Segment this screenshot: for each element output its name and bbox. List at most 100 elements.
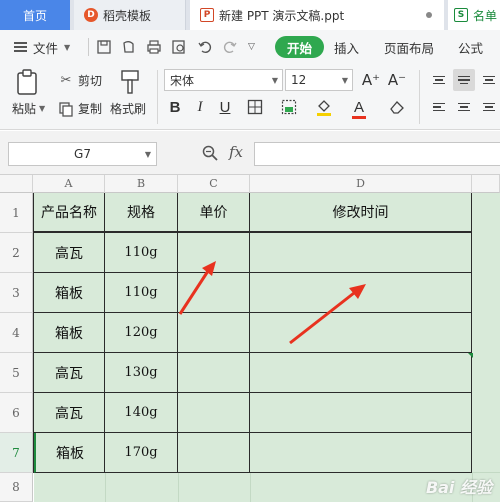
chevron-down-icon: ▼ — [341, 75, 348, 85]
formula-bar: G7 ▼ fx — [0, 131, 500, 175]
copy-label: 复制 — [78, 102, 103, 116]
red-arrow-icon — [178, 261, 216, 315]
cut-label: 剪切 — [78, 74, 103, 88]
format-painter-label: 格式刷 — [110, 102, 147, 116]
redo-button[interactable] — [222, 30, 238, 64]
cut-button[interactable]: ✂ 剪切 — [58, 72, 102, 89]
fill-color-button[interactable] — [313, 96, 335, 118]
shrink-font-icon: A⁻ — [387, 71, 407, 89]
fill-pattern-button[interactable] — [278, 96, 300, 118]
tab-home-label: 首页 — [22, 8, 47, 23]
quick-access-more-icon[interactable]: ▽ — [248, 30, 255, 64]
paste-button[interactable] — [14, 68, 42, 96]
unsaved-dot-icon — [426, 12, 432, 18]
ribbon-toolbar: 粘贴 ▼ ✂ 剪切 复制 格式刷 宋体 ▼ 12 ▼ A⁺ A⁻ B I U A — [0, 64, 500, 130]
tab-docer-templates-label: 稻壳模板 — [103, 8, 152, 23]
tab-page-layout-label: 页面布局 — [384, 40, 435, 56]
underline-icon: U — [219, 98, 231, 116]
align-right-button[interactable] — [478, 96, 500, 118]
annotation-arrows — [178, 261, 366, 345]
divider — [419, 70, 420, 124]
divider — [88, 38, 89, 56]
tab-formula[interactable]: 公式 — [458, 30, 483, 64]
print-preview-icon — [172, 40, 185, 54]
align-bottom-button[interactable] — [478, 69, 500, 91]
copy-icon — [59, 101, 73, 117]
italic-icon: I — [197, 98, 203, 115]
borders-icon — [247, 99, 263, 115]
chevron-down-icon: ▼ — [271, 75, 278, 85]
tab-insert-label: 插入 — [334, 40, 360, 56]
name-box-value: G7 — [74, 147, 91, 161]
borders-button[interactable] — [244, 96, 266, 118]
tab-ppt-document[interactable]: P 新建 PPT 演示文稿.ppt — [190, 0, 444, 30]
formula-input[interactable] — [254, 142, 500, 166]
tab-spreadsheet-label: 名单 — [473, 8, 498, 23]
export-icon — [123, 41, 134, 53]
clipboard-icon — [17, 69, 37, 95]
file-menu[interactable]: 文件 ▼ — [14, 30, 70, 64]
undo-button[interactable] — [197, 30, 213, 64]
cell-style-icon — [281, 99, 297, 115]
align-left-button[interactable] — [428, 96, 450, 118]
ppt-file-icon: P — [200, 8, 214, 22]
spreadsheet-file-icon: S — [454, 8, 468, 22]
tab-insert[interactable]: 插入 — [334, 30, 359, 64]
tab-home[interactable]: 首页 — [0, 0, 70, 30]
shrink-font-button[interactable]: A⁻ — [386, 69, 408, 91]
scissors-icon: ✂ — [60, 73, 72, 88]
tab-ppt-document-label: 新建 PPT 演示文稿.ppt — [219, 8, 345, 23]
copy-button[interactable]: 复制 — [58, 100, 102, 117]
redo-icon — [223, 41, 237, 54]
paste-label-button[interactable]: 粘贴 ▼ — [12, 100, 45, 117]
divider — [157, 70, 158, 124]
tab-spreadsheet[interactable]: S 名单 — [448, 0, 500, 30]
font-size-select[interactable]: 12 ▼ — [285, 69, 353, 91]
document-tab-bar: 首页 D 稻壳模板 P 新建 PPT 演示文稿.ppt S 名单 — [0, 0, 500, 30]
chevron-down-icon: ▼ — [144, 149, 151, 159]
watermark-text: Bai 经验 — [425, 478, 492, 497]
chevron-down-icon: ▼ — [39, 104, 46, 113]
undo-icon — [198, 41, 212, 54]
print-icon — [147, 40, 161, 54]
print-preview-button[interactable] — [171, 30, 187, 64]
save-button[interactable] — [96, 30, 112, 64]
name-box[interactable]: G7 ▼ — [8, 142, 157, 166]
save-icon — [97, 40, 111, 54]
font-family-select[interactable]: 宋体 ▼ — [164, 69, 283, 91]
font-color-button[interactable]: A — [348, 96, 370, 119]
italic-button[interactable]: I — [189, 96, 211, 118]
format-painter-button[interactable]: 格式刷 — [110, 100, 146, 117]
export-pdf-button[interactable] — [121, 30, 137, 64]
font-family-value: 宋体 — [170, 73, 195, 88]
clear-format-button[interactable] — [386, 96, 408, 118]
align-center-button[interactable] — [453, 96, 475, 118]
hamburger-icon — [14, 42, 27, 52]
zoom-icon[interactable] — [202, 145, 218, 161]
spreadsheet-grid: A B C D 1 2 3 4 5 6 7 8 产品名称 规格 单价 修改时间 … — [0, 175, 500, 502]
chevron-down-icon: ▼ — [64, 42, 71, 52]
insert-function-button[interactable]: fx — [229, 143, 243, 161]
format-painter-icon-button[interactable] — [118, 68, 142, 96]
print-button[interactable] — [146, 30, 162, 64]
tab-page-layout[interactable]: 页面布局 — [384, 30, 434, 64]
font-color-glyph: A — [353, 98, 364, 116]
paste-label: 粘贴 — [12, 102, 37, 116]
tab-start[interactable]: 开始 — [275, 30, 325, 64]
align-top-button[interactable] — [428, 69, 450, 91]
docer-logo-icon: D — [84, 8, 98, 22]
grow-font-button[interactable]: A⁺ — [360, 69, 382, 91]
font-color-icon: A — [351, 98, 366, 119]
bold-icon: B — [169, 98, 181, 116]
paintbrush-icon — [121, 70, 139, 94]
tab-docer-templates[interactable]: D 稻壳模板 — [74, 0, 186, 30]
menu-bar: 文件 ▼ ▽ 开始 插入 页面布局 公式 — [0, 30, 500, 64]
bold-button[interactable]: B — [164, 96, 186, 118]
paint-bucket-icon — [317, 100, 331, 116]
tab-start-label: 开始 — [275, 36, 325, 58]
eraser-icon — [390, 101, 404, 114]
file-menu-label: 文件 — [33, 40, 59, 56]
underline-button[interactable]: U — [214, 96, 236, 118]
align-middle-button[interactable] — [453, 69, 475, 91]
watermark-logo: Bai 经验 — [426, 474, 492, 498]
